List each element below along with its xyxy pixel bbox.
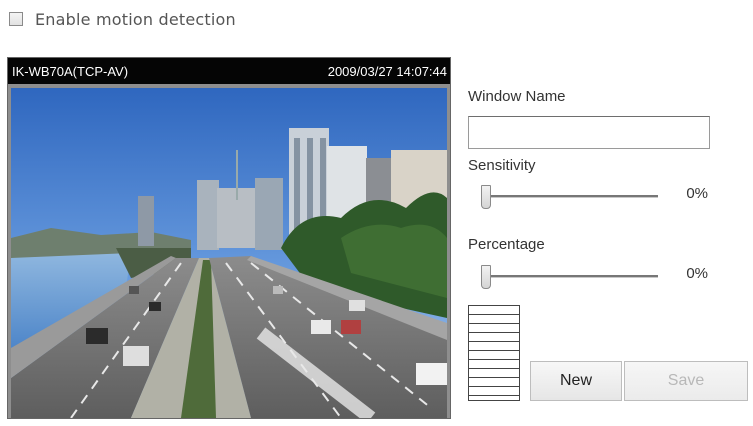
activity-level-indicator	[468, 305, 520, 401]
sensitivity-slider-handle[interactable]	[481, 185, 491, 209]
new-window-button[interactable]: New	[530, 361, 622, 401]
percentage-slider-handle[interactable]	[481, 265, 491, 289]
sensitivity-label: Sensitivity	[468, 157, 536, 174]
percentage-slider-track[interactable]	[482, 275, 658, 278]
enable-motion-detection-row[interactable]: Enable motion detection	[9, 9, 236, 29]
sensitivity-value: 0%	[686, 185, 708, 202]
enable-motion-detection-label: Enable motion detection	[35, 9, 236, 29]
save-button[interactable]: Save	[624, 361, 748, 401]
motion-window-settings: Window Name Sensitivity 0% Percentage 0%…	[466, 0, 753, 426]
sensitivity-slider-track[interactable]	[482, 195, 658, 198]
camera-header: IK-WB70A(TCP-AV) 2009/03/27 14:07:44	[8, 58, 450, 84]
window-name-input[interactable]	[468, 116, 710, 149]
window-name-label: Window Name	[468, 88, 566, 105]
camera-scene	[11, 88, 447, 418]
percentage-value: 0%	[686, 265, 708, 282]
enable-motion-detection-checkbox[interactable]	[9, 12, 23, 26]
camera-name: IK-WB70A(TCP-AV)	[12, 63, 129, 79]
percentage-label: Percentage	[468, 236, 545, 253]
camera-video-frame[interactable]	[11, 88, 447, 418]
camera-timestamp: 2009/03/27 14:07:44	[327, 63, 447, 79]
camera-view-panel: IK-WB70A(TCP-AV) 2009/03/27 14:07:44	[7, 57, 451, 419]
